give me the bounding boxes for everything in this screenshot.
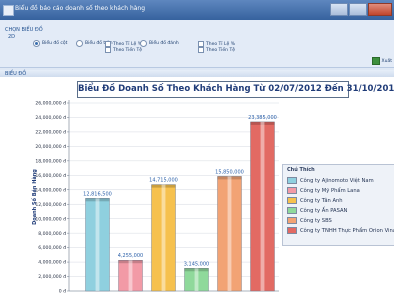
legend-title: Chú Thích <box>287 167 315 173</box>
legend-swatch <box>287 187 297 194</box>
bar-highlight <box>161 184 166 291</box>
legend-label: Công ty Ấn PASAN <box>300 207 348 214</box>
y-tick-label: 6,000,000 đ <box>38 245 66 251</box>
y-tick-label: 18,000,000 đ <box>35 158 66 164</box>
y-tick-label: 24,000,000 đ <box>35 115 66 121</box>
legend-item: Công ty Tân Anh <box>287 197 343 204</box>
y-tick-label: 12,000,000 đ <box>35 202 66 208</box>
y-tick-label: 14,000,000 đ <box>35 187 66 193</box>
legend-item: Công ty TNHH Thực Phẩm Orion Vina <box>287 227 394 234</box>
bar-chart: 0 đ 2,000,000 đ 4,000,000 đ 6,000,000 đ 8,00… <box>31 100 279 295</box>
y-tick-label: 10,000,000 đ <box>35 216 66 222</box>
data-label: 14,715,000 <box>149 178 178 184</box>
data-label: 15,850,000 <box>215 169 244 175</box>
legend-label: Công ty Mỹ Phẩm Lana <box>300 187 360 194</box>
bar-highlight <box>227 176 232 291</box>
data-label: 12,816,500 <box>83 191 112 197</box>
legend-item: Công ty Ajinomoto Việt Nam <box>287 177 374 184</box>
chart-legend: Chú Thích Công ty Ajinomoto Việt Nam Công… <box>282 164 394 246</box>
legend-swatch <box>287 227 297 234</box>
legend-item: Công ty Mỹ Phẩm Lana <box>287 187 360 194</box>
chart-title: Biểu Đồ Doanh Số Theo Khách Hàng Từ 02/0… <box>77 81 394 98</box>
y-axis-label: Doanh Số Bán Hàng <box>31 169 38 225</box>
y-tick-label: 20,000,000 đ <box>35 144 66 150</box>
y-tick-label: 2,000,000 đ <box>38 274 66 280</box>
bar-highlight <box>260 121 265 291</box>
data-label: 3,145,000 <box>184 261 209 267</box>
legend-item: Công ty Ấn PASAN <box>287 207 347 214</box>
legend-item: Công ty SBS <box>287 217 332 224</box>
y-tick-label: 22,000,000 đ <box>35 130 66 136</box>
legend-label: Công ty TNHH Thực Phẩm Orion Vina <box>300 227 394 234</box>
data-label: 23,385,000 <box>248 115 277 121</box>
y-tick-label: 4,000,000 đ <box>38 260 66 266</box>
y-tick-label: 8,000,000 đ <box>38 231 66 237</box>
legend-swatch <box>287 197 297 204</box>
y-tick-label: 16,000,000 đ <box>35 173 66 179</box>
legend-label: Công ty Tân Anh <box>300 197 343 204</box>
data-label: 4,255,000 <box>118 253 143 259</box>
bar-highlight <box>95 198 100 291</box>
y-tick-label: 0 đ <box>59 289 66 295</box>
legend-label: Công ty Ajinomoto Việt Nam <box>300 177 374 184</box>
y-tick-label: 26,000,000 đ <box>35 101 66 107</box>
legend-swatch <box>287 217 297 224</box>
bar-highlight <box>194 268 199 291</box>
bar-highlight <box>128 260 133 291</box>
legend-label: Công ty SBS <box>300 217 332 224</box>
legend-swatch <box>287 177 297 184</box>
legend-swatch <box>287 207 297 214</box>
